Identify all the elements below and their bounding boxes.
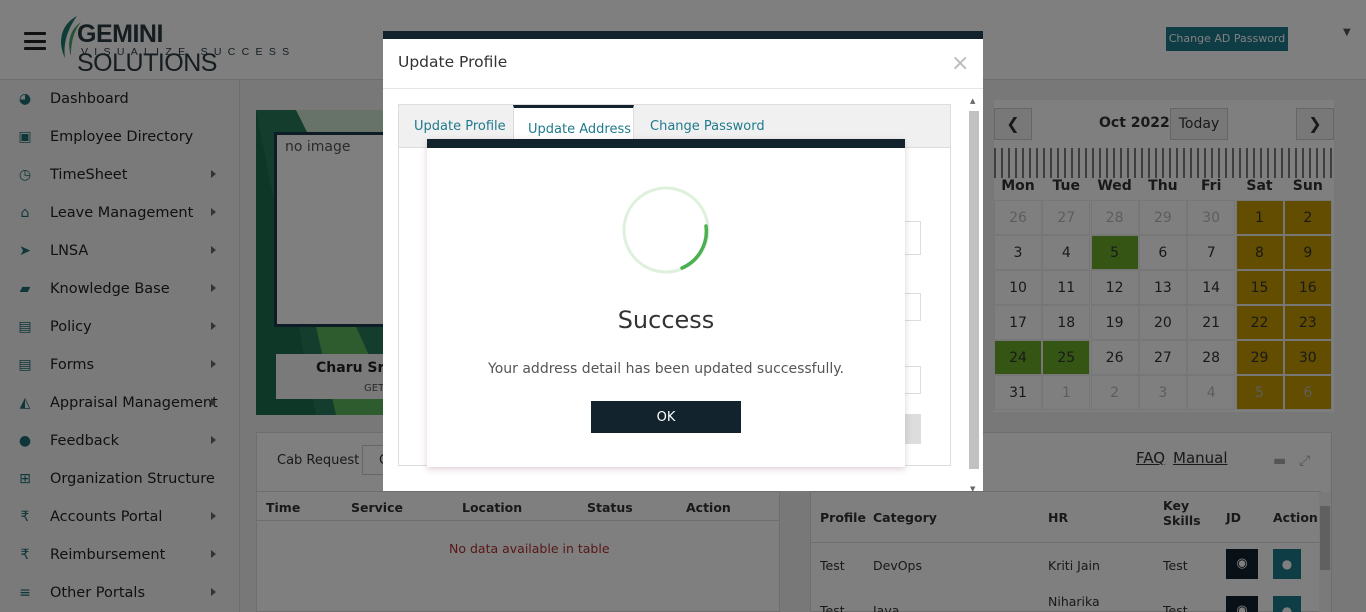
success-title: Success: [617, 306, 715, 334]
modal-scrollbar[interactable]: ▲ ▼: [967, 95, 981, 499]
success-dialog: Success Your address detail has been upd…: [427, 139, 905, 467]
modal-title: Update Profile: [398, 53, 508, 71]
success-spinner-icon: [622, 186, 710, 274]
ok-button[interactable]: OK: [591, 401, 741, 433]
close-icon[interactable]: ×: [951, 51, 969, 76]
tab-change-password[interactable]: Change Password: [650, 119, 765, 134]
success-message: Your address detail has been updated suc…: [488, 361, 844, 377]
tab-update-profile[interactable]: Update Profile: [414, 119, 506, 134]
modal-divider: [383, 88, 983, 89]
